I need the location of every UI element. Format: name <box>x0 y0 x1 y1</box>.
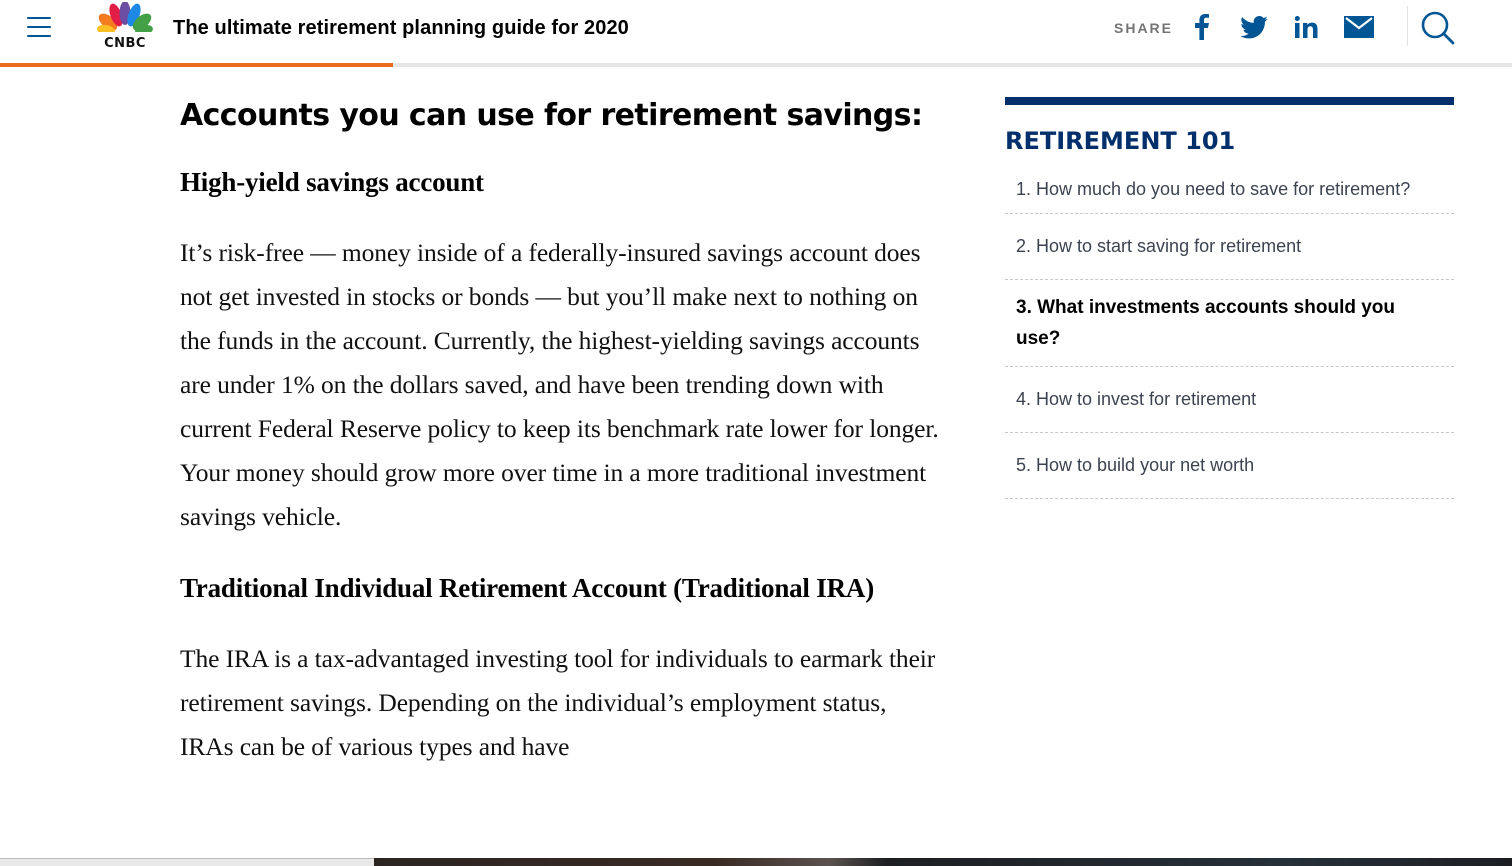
toc-item-3-active[interactable]: 3. What investments accounts should you … <box>1005 280 1454 367</box>
section-paragraph: The IRA is a tax-advantaged investing to… <box>180 644 936 761</box>
table-of-contents: 1. How much do you need to save for reti… <box>1005 169 1454 499</box>
toc-item-5[interactable]: 5. How to build your net worth <box>1005 433 1454 499</box>
taskbar-dark-segment <box>374 858 1512 866</box>
section-heading: Traditional Individual Retirement Accoun… <box>180 573 874 603</box>
toc-item-2[interactable]: 2. How to start saving for retirement <box>1005 214 1454 280</box>
page-title: The ultimate retirement planning guide f… <box>173 17 629 39</box>
article-body: Accounts you can use for retirement savi… <box>180 94 940 769</box>
peacock-icon <box>94 1 156 38</box>
facebook-icon[interactable] <box>1185 12 1219 42</box>
linkedin-icon[interactable] <box>1290 12 1324 42</box>
twitter-icon[interactable] <box>1237 12 1271 42</box>
share-label: SHARE <box>1114 20 1174 36</box>
section-paragraph: It’s risk-free — money inside of a feder… <box>180 238 939 531</box>
reading-progress-bar <box>0 63 1512 67</box>
taskbar-light-segment <box>0 858 374 866</box>
section-heading: High-yield savings account <box>180 167 484 197</box>
taskbar-strip <box>0 858 1512 866</box>
reading-progress-fill <box>0 63 394 67</box>
logo-text: CNBC <box>104 36 146 51</box>
retirement-101-sidebar: RETIREMENT 101 1. How much do you need t… <box>1005 97 1454 499</box>
sidebar-accent-bar <box>1005 97 1454 105</box>
toc-item-4[interactable]: 4. How to invest for retirement <box>1005 367 1454 433</box>
hamburger-menu-icon[interactable] <box>27 17 51 37</box>
header-divider <box>1407 6 1408 46</box>
site-header: CNBC The ultimate retirement planning gu… <box>0 0 1512 64</box>
search-icon[interactable] <box>1420 10 1456 46</box>
email-icon[interactable] <box>1342 12 1376 42</box>
cnbc-logo[interactable]: CNBC <box>94 1 156 51</box>
toc-item-1[interactable]: 1. How much do you need to save for reti… <box>1005 169 1454 214</box>
section-title: Accounts you can use for retirement savi… <box>180 98 923 133</box>
sidebar-title: RETIREMENT 101 <box>1005 127 1236 155</box>
